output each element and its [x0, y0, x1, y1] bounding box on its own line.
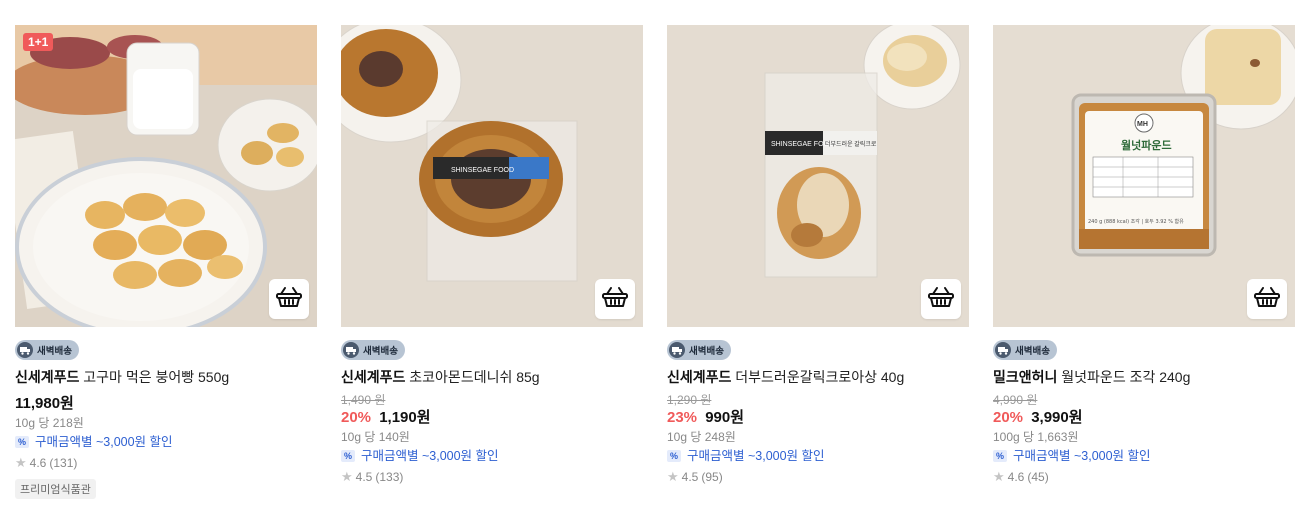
coupon-icon: % — [993, 450, 1007, 462]
package-name: 월넛파운드 — [1121, 138, 1172, 152]
sale-price: 1,190원 — [379, 409, 431, 426]
coupon-label: 구매금액별 ~3,000원 할인 — [1013, 449, 1151, 463]
sale-price: 3,990원 — [1031, 409, 1083, 426]
original-price: 1,490 원 — [341, 393, 386, 407]
basket-icon — [276, 286, 302, 313]
delivery-tag: 새벽배송 — [667, 340, 731, 360]
rating-score: 4.6 — [1007, 470, 1025, 484]
product-image[interactable]: MH 월넛파운드 240 g (888 kcal) 조각 | 호두 3.92 %… — [993, 25, 1295, 327]
package-footer: 240 g (888 kcal) 조각 | 호두 3.92 % 함유 — [1088, 218, 1184, 225]
delivery-label: 새벽배송 — [1015, 346, 1050, 357]
product-title[interactable]: 신세계푸드 더부드러운갈릭크로아상 40g — [667, 368, 969, 386]
review-count: (133) — [375, 470, 404, 484]
coupon-info: % 구매금액별 ~3,000원 할인 — [15, 433, 317, 451]
original-price: 1,290 원 — [667, 393, 712, 407]
discount-rate: 23% — [667, 409, 698, 426]
sale-price: 990원 — [705, 409, 745, 426]
coupon-info: % 구매금액별 ~3,000원 할인 — [341, 447, 643, 465]
sale-price: 11,980원 — [15, 395, 74, 412]
delivery-label: 새벽배송 — [689, 346, 724, 357]
coupon-icon: % — [15, 436, 29, 448]
product-title[interactable]: 밀크앤허니 월넛파운드 조각 240g — [993, 368, 1295, 386]
product-image[interactable]: SHINSEGAE FOOD — [341, 25, 643, 327]
delivery-tag: 새벽배송 — [15, 340, 79, 360]
package-label: SHINSEGAE FOOD — [451, 167, 514, 174]
coupon-icon: % — [341, 450, 355, 462]
discount-rate: 20% — [341, 409, 372, 426]
delivery-tag: 새벽배송 — [341, 340, 405, 360]
basket-icon — [928, 286, 954, 313]
promo-badge: 1+1 — [23, 33, 54, 51]
original-price: 4,990 원 — [993, 393, 1038, 407]
coupon-label: 구매금액별 ~3,000원 할인 — [361, 449, 499, 463]
add-to-cart-button[interactable] — [921, 279, 961, 319]
product-brand: 신세계푸드 — [15, 369, 80, 385]
rating: ★ 4.6 (45) — [993, 469, 1295, 485]
unit-price: 10g 당 218원 — [15, 416, 84, 430]
basket-icon — [602, 286, 628, 313]
product-brand: 신세계푸드 — [341, 369, 406, 385]
rating: ★ 4.5 (133) — [341, 469, 643, 485]
product-title[interactable]: 신세계푸드 고구마 먹은 붕어빵 550g — [15, 368, 317, 386]
product-name: 고구마 먹은 붕어빵 550g — [83, 369, 230, 385]
star-icon: ★ — [993, 469, 1005, 484]
product-name: 월넛파운드 조각 240g — [1061, 369, 1191, 385]
coupon-label: 구매금액별 ~3,000원 할인 — [35, 435, 173, 449]
product-card[interactable]: SHINSEGAE FOOD 더부드러운 갈릭크로 새벽배송 신세계푸드 더부드… — [667, 25, 969, 485]
unit-price: 10g 당 140원 — [341, 430, 410, 444]
delivery-label: 새벽배송 — [37, 346, 72, 357]
review-count: (95) — [701, 470, 723, 484]
product-name: 초코아몬드데니쉬 85g — [409, 369, 540, 385]
store-tag: 프리미엄식품관 — [15, 479, 96, 499]
delivery-label: 새벽배송 — [363, 346, 398, 357]
review-count: (45) — [1027, 470, 1049, 484]
review-count: (131) — [49, 456, 78, 470]
product-brand: 밀크앤허니 — [993, 369, 1058, 385]
rating: ★ 4.6 (131) — [15, 455, 317, 471]
rating-score: 4.6 — [29, 456, 47, 470]
package-label-secondary: 더부드러운 갈릭크로 — [825, 140, 877, 148]
product-image[interactable]: SHINSEGAE FOOD 더부드러운 갈릭크로 — [667, 25, 969, 327]
product-title[interactable]: 신세계푸드 초코아몬드데니쉬 85g — [341, 368, 643, 386]
product-image[interactable]: 1+1 — [15, 25, 317, 327]
price-row: 23% 990원 — [667, 408, 969, 428]
add-to-cart-button[interactable] — [1247, 279, 1287, 319]
rating: ★ 4.5 (95) — [667, 469, 969, 485]
product-card[interactable]: SHINSEGAE FOOD 새벽배송 신세계푸드 초코아몬드데니쉬 85g 1… — [341, 25, 643, 485]
star-icon: ★ — [341, 469, 353, 484]
product-card[interactable]: MH 월넛파운드 240 g (888 kcal) 조각 | 호두 3.92 %… — [993, 25, 1295, 485]
price-row: 11,980원 — [15, 394, 317, 414]
add-to-cart-button[interactable] — [595, 279, 635, 319]
rating-score: 4.5 — [355, 470, 373, 484]
coupon-icon: % — [667, 450, 681, 462]
truck-icon — [343, 342, 359, 358]
rating-score: 4.5 — [681, 470, 699, 484]
delivery-tag: 새벽배송 — [993, 340, 1057, 360]
coupon-label: 구매금액별 ~3,000원 할인 — [687, 449, 825, 463]
price-row: 20% 3,990원 — [993, 408, 1295, 428]
unit-price: 100g 당 1,663원 — [993, 430, 1079, 444]
coupon-info: % 구매금액별 ~3,000원 할인 — [667, 447, 969, 465]
package-logo: MH — [1137, 121, 1148, 128]
truck-icon — [669, 342, 685, 358]
add-to-cart-button[interactable] — [269, 279, 309, 319]
product-name: 더부드러운갈릭크로아상 40g — [735, 369, 905, 385]
product-card[interactable]: 1+1 새벽배송 신세계푸드 고구마 먹은 붕어빵 550g 11,980원 1… — [15, 25, 317, 499]
star-icon: ★ — [15, 455, 27, 470]
unit-price: 10g 당 248원 — [667, 430, 736, 444]
basket-icon — [1254, 286, 1280, 313]
truck-icon — [17, 342, 33, 358]
truck-icon — [995, 342, 1011, 358]
coupon-info: % 구매금액별 ~3,000원 할인 — [993, 447, 1295, 465]
discount-rate: 20% — [993, 409, 1024, 426]
star-icon: ★ — [667, 469, 679, 484]
price-row: 20% 1,190원 — [341, 408, 643, 428]
product-brand: 신세계푸드 — [667, 369, 732, 385]
